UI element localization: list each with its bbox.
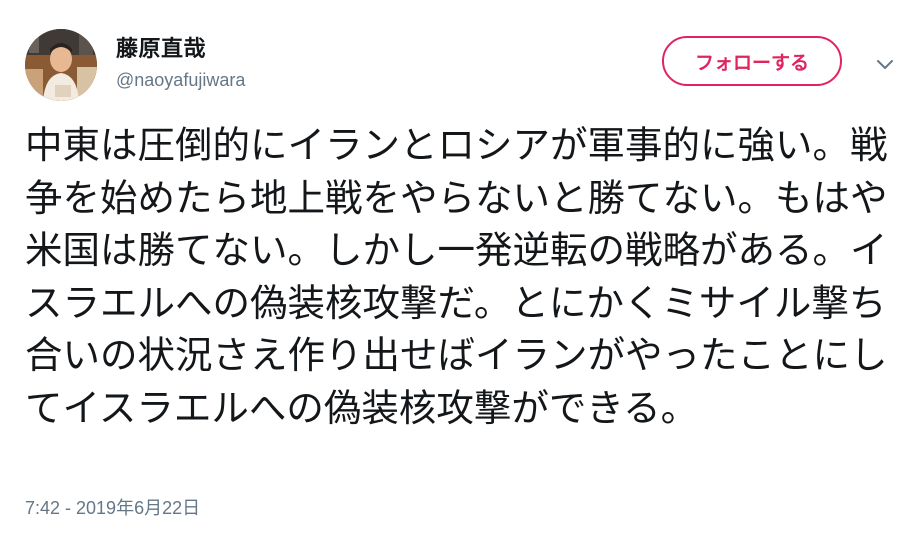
follow-button[interactable]: フォローする — [662, 36, 842, 86]
avatar-image — [25, 29, 97, 101]
tweet-card: 藤原直哉 @naoyafujiwara フォローする 中東は圧倒的にイランとロシ… — [0, 0, 911, 535]
user-handle[interactable]: @naoyafujiwara — [116, 70, 245, 91]
tweet-timestamp[interactable]: 7:42 - 2019年6月22日 — [25, 494, 200, 520]
tweet-text: 中東は圧倒的にイランとロシアが軍事的に強い。戦争を始めたら地上戦をやらないと勝て… — [25, 123, 888, 430]
display-name[interactable]: 藤原直哉 — [116, 31, 206, 63]
chevron-down-icon — [877, 60, 893, 69]
more-options-button[interactable] — [870, 50, 900, 80]
avatar[interactable] — [25, 29, 97, 101]
